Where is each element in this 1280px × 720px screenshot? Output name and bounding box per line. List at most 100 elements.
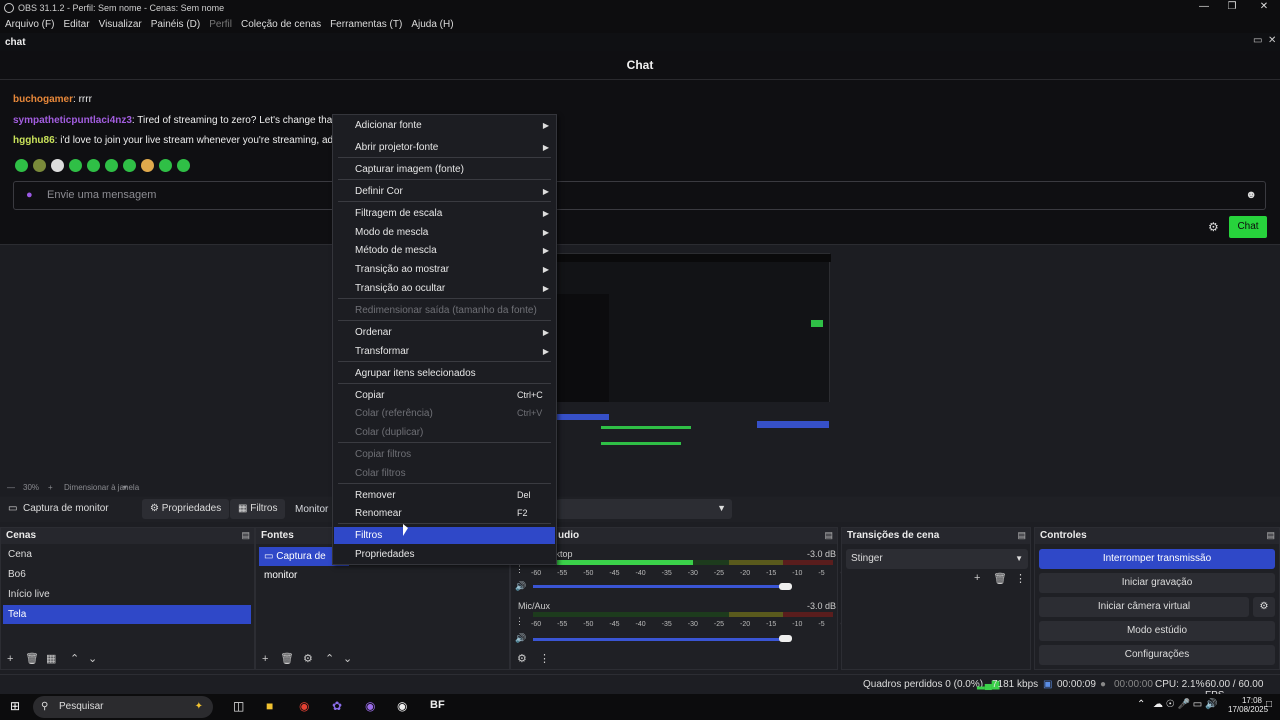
menu-item-transicao-mostrar[interactable]: Transição ao mostrar ▶ [334,261,555,278]
scene-item[interactable]: Cena [3,545,251,564]
properties-button[interactable]: ⚙ Propriedades [142,499,230,519]
transition-select[interactable]: Stinger ▼ [846,549,1028,569]
speaker-icon[interactable]: 🔊 [515,633,526,644]
chat-username[interactable]: sympatheticpuntlaci4nz3 [13,115,132,126]
start-recording-button[interactable]: Iniciar gravação [1039,573,1275,593]
gear-icon[interactable]: ⚙ [303,652,313,665]
settings-button[interactable]: Configurações [1039,645,1275,665]
monitor-select[interactable]: ▼ [556,499,732,519]
menu-item-transformar[interactable]: Transformar ▶ [334,343,555,360]
filters-button[interactable]: ▦ Filtros [230,499,286,519]
menu-ajuda[interactable]: Ajuda (H) [411,19,453,30]
notification-icon[interactable]: □ [1266,699,1272,710]
emote-icon[interactable] [105,159,118,172]
dock-float-icon[interactable]: ▤ [1266,530,1275,541]
trash-icon[interactable]: 🗑 [25,652,39,665]
menu-item-capturar-imagem[interactable]: Capturar imagem (fonte) [334,161,555,178]
emote-icon[interactable] [141,159,154,172]
float-dock-icon[interactable]: ▭ [1253,35,1262,46]
chat-username[interactable]: buchogamer [13,94,73,105]
trash-icon[interactable]: 🗑 [280,652,294,665]
move-down-icon[interactable]: ⌄ [88,652,97,665]
menu-arquivo[interactable]: Arquivo (F) [5,19,54,30]
scene-item-selected[interactable]: Tela [3,605,251,624]
menu-item-copiar[interactable]: Copiar Ctrl+C [334,387,555,404]
studio-mode-button[interactable]: Modo estúdio [1039,621,1275,641]
zoom-in-icon[interactable]: + [48,483,53,492]
menu-item-ordenar[interactable]: Ordenar ▶ [334,324,555,341]
app-bf-icon[interactable]: BF [430,699,445,711]
speaker-icon[interactable]: 🔊 [515,581,526,592]
menu-item-agrupar[interactable]: Agrupar itens selecionados [334,365,555,382]
dock-float-icon[interactable]: ▤ [824,530,833,541]
menu-perfil[interactable]: Perfil [209,19,232,30]
emote-icon[interactable] [51,159,64,172]
chrome-icon[interactable]: ◉ [299,699,309,713]
scene-item[interactable]: Bo6 [3,565,251,584]
zoom-out-icon[interactable]: — [7,483,15,492]
menu-item-propriedades[interactable]: Propriedades [334,546,555,563]
menu-colecao-cenas[interactable]: Coleção de cenas [241,19,321,30]
emote-icon[interactable] [159,159,172,172]
clock[interactable]: 17:08 17/08/2025 [1228,696,1268,714]
tray-chevron-icon[interactable]: ⌃ [1137,699,1145,710]
chevron-down-icon[interactable]: ▾ [123,483,127,492]
move-up-icon[interactable]: ⌃ [70,652,79,665]
emote-icon[interactable] [69,159,82,172]
kebab-icon[interactable]: ⋮ [539,652,550,665]
menu-item-definir-cor[interactable]: Definir Cor ▶ [334,183,555,200]
menu-paineis[interactable]: Painéis (D) [151,19,200,30]
menu-item-renomear[interactable]: Renomear F2 [334,505,555,522]
obs-taskbar-icon[interactable]: ◉ [397,699,407,713]
menu-item-adicionar-fonte[interactable]: Adicionar fonte ▶ [334,117,555,134]
menu-item-abrir-projetor[interactable]: Abrir projetor-fonte ▶ [334,139,555,156]
emote-icon[interactable] [123,159,136,172]
filters-icon[interactable]: ▦ [46,652,56,665]
zoom-fit-label[interactable]: Dimensionar à janela [64,483,139,492]
trash-icon[interactable]: 🗑 [993,572,1007,585]
menu-visualizar[interactable]: Visualizar [99,19,142,30]
volume-slider-knob[interactable] [779,583,792,590]
kebab-icon[interactable]: ⋮ [1015,572,1026,585]
taskbar-search[interactable]: ⚲ Pesquisar ✦ [33,696,213,718]
menu-item-remover[interactable]: Remover Del [334,487,555,504]
add-icon[interactable]: + [262,653,268,665]
kebab-icon[interactable]: ⋮ [515,564,524,575]
move-down-icon[interactable]: ⌄ [343,652,352,665]
chat-send-button[interactable]: Chat [1229,216,1267,238]
virtual-camera-settings-button[interactable]: ⚙ [1253,597,1275,617]
menu-ferramentas[interactable]: Ferramentas (T) [330,19,402,30]
volume-slider[interactable] [533,585,783,588]
preview-screen-capture[interactable] [556,253,831,476]
emote-icon[interactable] [33,159,46,172]
discord-icon[interactable]: ◉ [365,699,375,713]
menu-editar[interactable]: Editar [63,19,89,30]
emote-icon[interactable] [15,159,28,172]
chat-username[interactable]: hgghu86 [13,135,55,146]
menu-item-filtragem-escala[interactable]: Filtragem de escala ▶ [334,205,555,222]
close-icon[interactable]: ✕ [1248,0,1280,15]
chat-input[interactable]: ● Envie uma mensagem ☻ [13,181,1266,210]
emoji-icon[interactable]: ☻ [1245,189,1257,201]
volume-slider-knob[interactable] [779,635,792,642]
menu-item-modo-mescla[interactable]: Modo de mescla ▶ [334,224,555,241]
windows-start-icon[interactable]: ⊞ [10,699,20,713]
microphone-icon[interactable]: ● [26,189,33,201]
dock-float-icon[interactable]: ▤ [241,530,250,541]
task-view-icon[interactable]: ◫ [233,699,244,713]
start-virtual-camera-button[interactable]: Iniciar câmera virtual [1039,597,1249,617]
file-explorer-icon[interactable]: ■ [266,699,273,713]
add-icon[interactable]: + [7,653,13,665]
restore-icon[interactable]: ❐ [1216,0,1248,15]
volume-slider[interactable] [533,638,783,641]
scene-item[interactable]: Início live [3,585,251,604]
emote-icon[interactable] [87,159,100,172]
copilot-icon[interactable]: ✿ [332,699,342,713]
stop-streaming-button[interactable]: Interromper transmissão [1039,549,1275,569]
add-icon[interactable]: + [974,572,980,584]
gear-icon[interactable]: ⚙ [517,652,527,665]
move-up-icon[interactable]: ⌃ [325,652,334,665]
menu-item-metodo-mescla[interactable]: Método de mescla ▶ [334,242,555,259]
tray-icons[interactable]: ☁ ☉ 🎤 ▭ 🔊 [1153,699,1217,710]
menu-item-filtros[interactable]: Filtros [334,527,555,544]
